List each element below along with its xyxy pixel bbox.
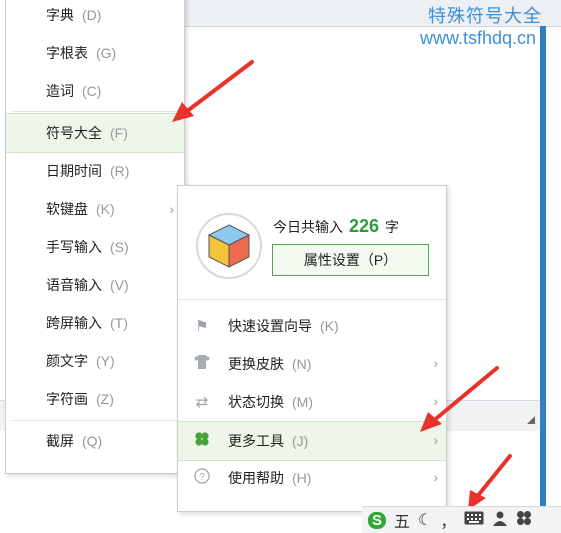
sogou-logo-icon[interactable]: S xyxy=(368,511,387,529)
punctuation-indicator[interactable]: ， xyxy=(440,508,456,532)
red-arrow-icon xyxy=(172,60,254,122)
toolbox-icon[interactable] xyxy=(516,510,532,531)
ime-status-bar: S 五 ☾ ， xyxy=(362,506,561,533)
moon-icon[interactable]: ☾ xyxy=(418,510,432,530)
red-arrow-icon xyxy=(468,454,512,510)
user-icon[interactable] xyxy=(492,510,508,531)
input-mode-indicator[interactable]: 五 xyxy=(394,508,410,532)
annotation-arrows xyxy=(172,60,512,510)
keyboard-icon[interactable] xyxy=(464,511,484,530)
red-arrow-icon xyxy=(420,366,499,432)
